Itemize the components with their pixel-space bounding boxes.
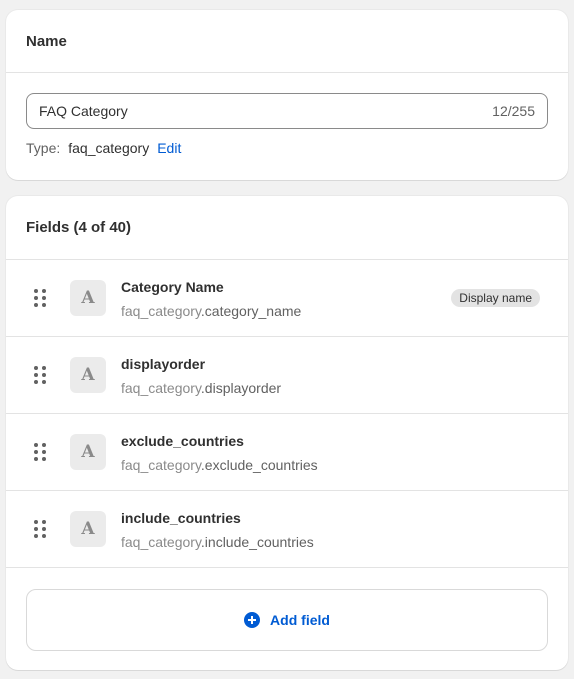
- add-field-label: Add field: [270, 612, 330, 628]
- field-key: faq_category.category_name: [121, 303, 301, 319]
- field-key-namespace: faq_category: [121, 534, 201, 550]
- field-key-namespace: faq_category: [121, 457, 201, 473]
- field-key: faq_category.exclude_countries: [121, 457, 318, 473]
- field-row[interactable]: A Category Name faq_category.category_na…: [6, 260, 568, 337]
- field-key: faq_category.include_countries: [121, 534, 314, 550]
- name-card-title: Name: [6, 10, 568, 73]
- field-key-namespace: faq_category: [121, 380, 201, 396]
- field-key-namespace: faq_category: [121, 303, 201, 319]
- drag-handle-icon[interactable]: [34, 520, 46, 538]
- text-type-icon: A: [70, 511, 106, 547]
- fields-card-title: Fields (4 of 40): [6, 196, 568, 260]
- text-type-icon: A: [70, 434, 106, 470]
- type-line: Type: faq_category Edit: [26, 140, 548, 156]
- plus-circle-icon: [244, 612, 261, 628]
- field-title: Category Name: [121, 279, 224, 295]
- field-title: displayorder: [121, 356, 206, 372]
- character-count: 12/255: [492, 103, 535, 119]
- type-value: faq_category: [68, 140, 150, 156]
- fields-card: Fields (4 of 40) A Category Name faq_cat…: [6, 196, 568, 670]
- edit-type-link[interactable]: Edit: [157, 140, 181, 156]
- text-type-icon: A: [70, 357, 106, 393]
- add-field-button[interactable]: Add field: [26, 589, 548, 651]
- field-title: include_countries: [121, 510, 241, 526]
- display-name-badge: Display name: [451, 289, 540, 307]
- field-key-name: .exclude_countries: [200, 457, 318, 473]
- field-key-name: .displayorder: [200, 380, 282, 396]
- field-row[interactable]: A displayorder faq_category.displayorder: [6, 337, 568, 414]
- name-card-body: 12/255 Type: faq_category Edit: [6, 73, 568, 156]
- name-field[interactable]: 12/255: [26, 93, 548, 129]
- field-row[interactable]: A include_countries faq_category.include…: [6, 491, 568, 568]
- drag-handle-icon[interactable]: [34, 289, 46, 307]
- type-label: Type:: [26, 140, 61, 156]
- drag-handle-icon[interactable]: [34, 366, 46, 384]
- drag-handle-icon[interactable]: [34, 443, 46, 461]
- field-key: faq_category.displayorder: [121, 380, 281, 396]
- field-row[interactable]: A exclude_countries faq_category.exclude…: [6, 414, 568, 491]
- name-card: Name 12/255 Type: faq_category Edit: [6, 10, 568, 180]
- text-type-icon: A: [70, 280, 106, 316]
- name-input[interactable]: [39, 103, 493, 119]
- field-title: exclude_countries: [121, 433, 244, 449]
- field-key-name: .include_countries: [200, 534, 314, 550]
- field-key-name: .category_name: [200, 303, 302, 319]
